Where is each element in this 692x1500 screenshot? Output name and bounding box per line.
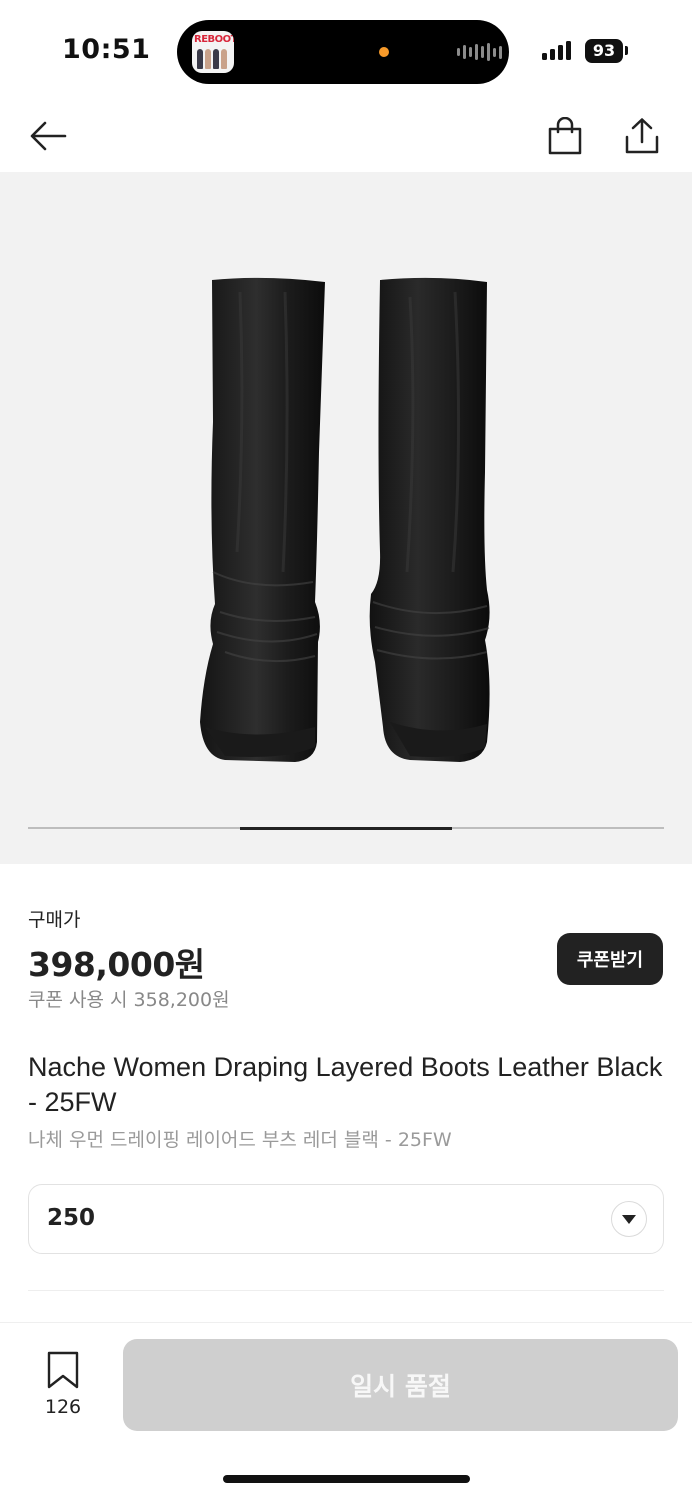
share-icon [625, 118, 659, 154]
share-button[interactable] [618, 112, 666, 160]
battery-cap [625, 46, 628, 55]
home-indicator[interactable] [223, 1475, 470, 1483]
bottom-action-bar: 126 일시 품절 [0, 1322, 692, 1500]
save-button[interactable]: 126 [34, 1351, 92, 1421]
battery-icon: 93 [585, 39, 623, 63]
price-amount: 398,000원 [28, 945, 205, 984]
live-activity-app-icon: REBOOT [192, 31, 234, 73]
product-title-en: Nache Women Draping Layered Boots Leathe… [28, 1052, 663, 1117]
arrow-left-icon [30, 121, 67, 151]
cellular-signal-icon [542, 40, 571, 60]
dynamic-island[interactable]: REBOOT [177, 20, 509, 84]
product-title-ko: 나체 우먼 드레이핑 레이어드 부츠 레더 블랙 - 25FW [28, 1129, 452, 1151]
bookmark-icon [47, 1351, 79, 1389]
coupon-price: 쿠폰 사용 시 358,200원 [28, 989, 230, 1011]
shopping-bag-icon [548, 117, 582, 155]
status-time: 10:51 [62, 34, 151, 65]
sold-out-button[interactable]: 일시 품절 [123, 1339, 678, 1431]
get-coupon-button[interactable]: 쿠폰받기 [557, 933, 663, 985]
audio-waveform-icon [457, 42, 502, 62]
size-selected-value: 250 [47, 1205, 96, 1231]
boots-icon [200, 277, 490, 762]
product-image-carousel[interactable] [0, 172, 692, 864]
status-bar: 10:51 REBOOT 93 [0, 0, 692, 100]
privacy-indicator-dot [379, 47, 389, 57]
shopping-bag-button[interactable] [541, 112, 589, 160]
price-label: 구매가 [28, 909, 81, 931]
size-select[interactable]: 250 [28, 1184, 664, 1254]
chevron-down-icon [611, 1201, 647, 1237]
live-activity-app-name: REBOOT [194, 34, 234, 45]
section-divider [28, 1290, 664, 1291]
carousel-indicator [28, 826, 664, 830]
back-button[interactable] [24, 112, 72, 160]
top-nav-bar [0, 100, 692, 172]
carousel-indicator-active [240, 826, 452, 830]
save-count: 126 [44, 1396, 82, 1418]
